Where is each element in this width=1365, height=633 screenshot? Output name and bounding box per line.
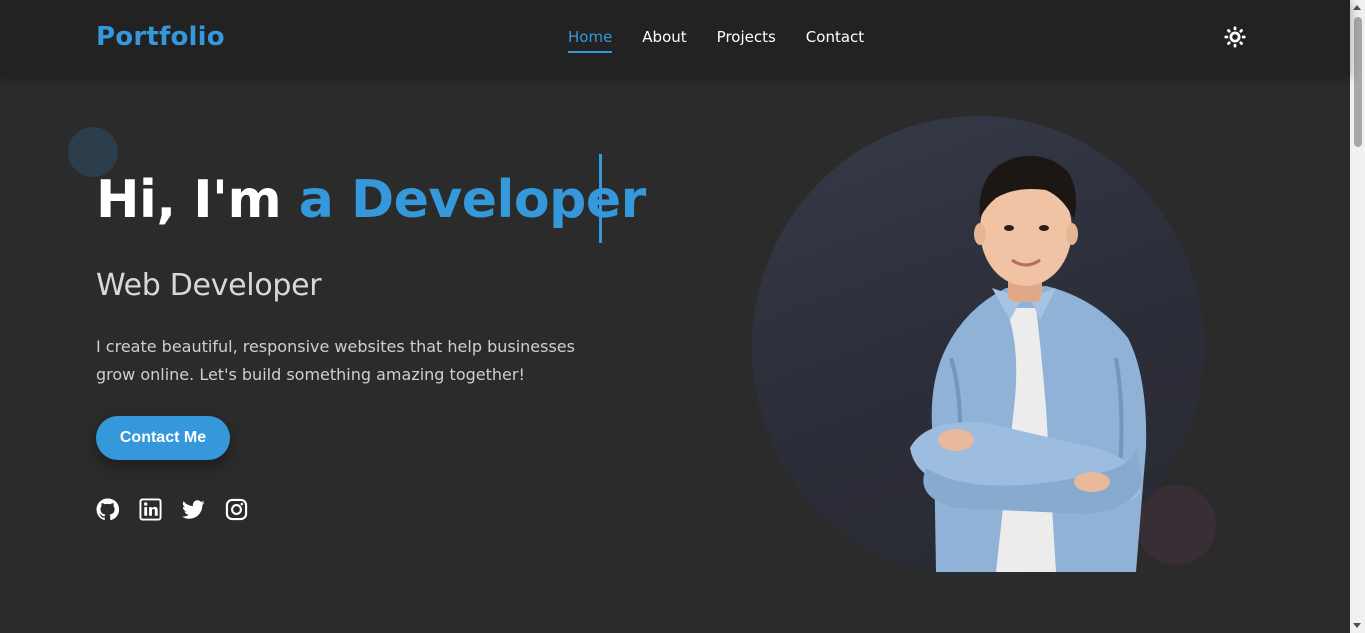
contact-me-button[interactable]: Contact Me — [96, 416, 230, 460]
navbar: Portfolio Home About Projects Contact — [0, 0, 1350, 76]
hero-title-highlight: a Developer — [298, 170, 646, 230]
scrollbar-thumb[interactable] — [1354, 17, 1362, 147]
nav-links: Home About Projects Contact — [568, 28, 864, 53]
sun-icon — [1224, 26, 1246, 48]
instagram-icon[interactable] — [225, 498, 248, 521]
theme-toggle-button[interactable] — [1224, 26, 1246, 48]
scroll-up-arrow-icon[interactable] — [1353, 5, 1361, 10]
hero-subtitle: Web Developer — [96, 268, 322, 303]
hero-title-prefix: Hi, I'm — [96, 170, 282, 230]
typing-cursor — [599, 154, 602, 243]
nav-link-projects[interactable]: Projects — [717, 28, 776, 53]
nav-link-contact[interactable]: Contact — [806, 28, 864, 53]
nav-link-home[interactable]: Home — [568, 28, 613, 53]
scroll-down-arrow-icon[interactable] — [1353, 623, 1361, 628]
twitter-icon[interactable] — [182, 498, 205, 521]
hero-description: I create beautiful, responsive websites … — [96, 337, 575, 384]
linkedin-icon[interactable] — [139, 498, 162, 521]
nav-link-about[interactable]: About — [642, 28, 686, 53]
scrollbar[interactable] — [1350, 0, 1365, 633]
social-links — [96, 498, 248, 521]
hero-title: Hi, I'm a Developer — [96, 170, 646, 230]
developer-portrait — [910, 155, 1147, 572]
logo[interactable]: Portfolio — [96, 22, 225, 52]
github-icon[interactable] — [96, 498, 120, 521]
